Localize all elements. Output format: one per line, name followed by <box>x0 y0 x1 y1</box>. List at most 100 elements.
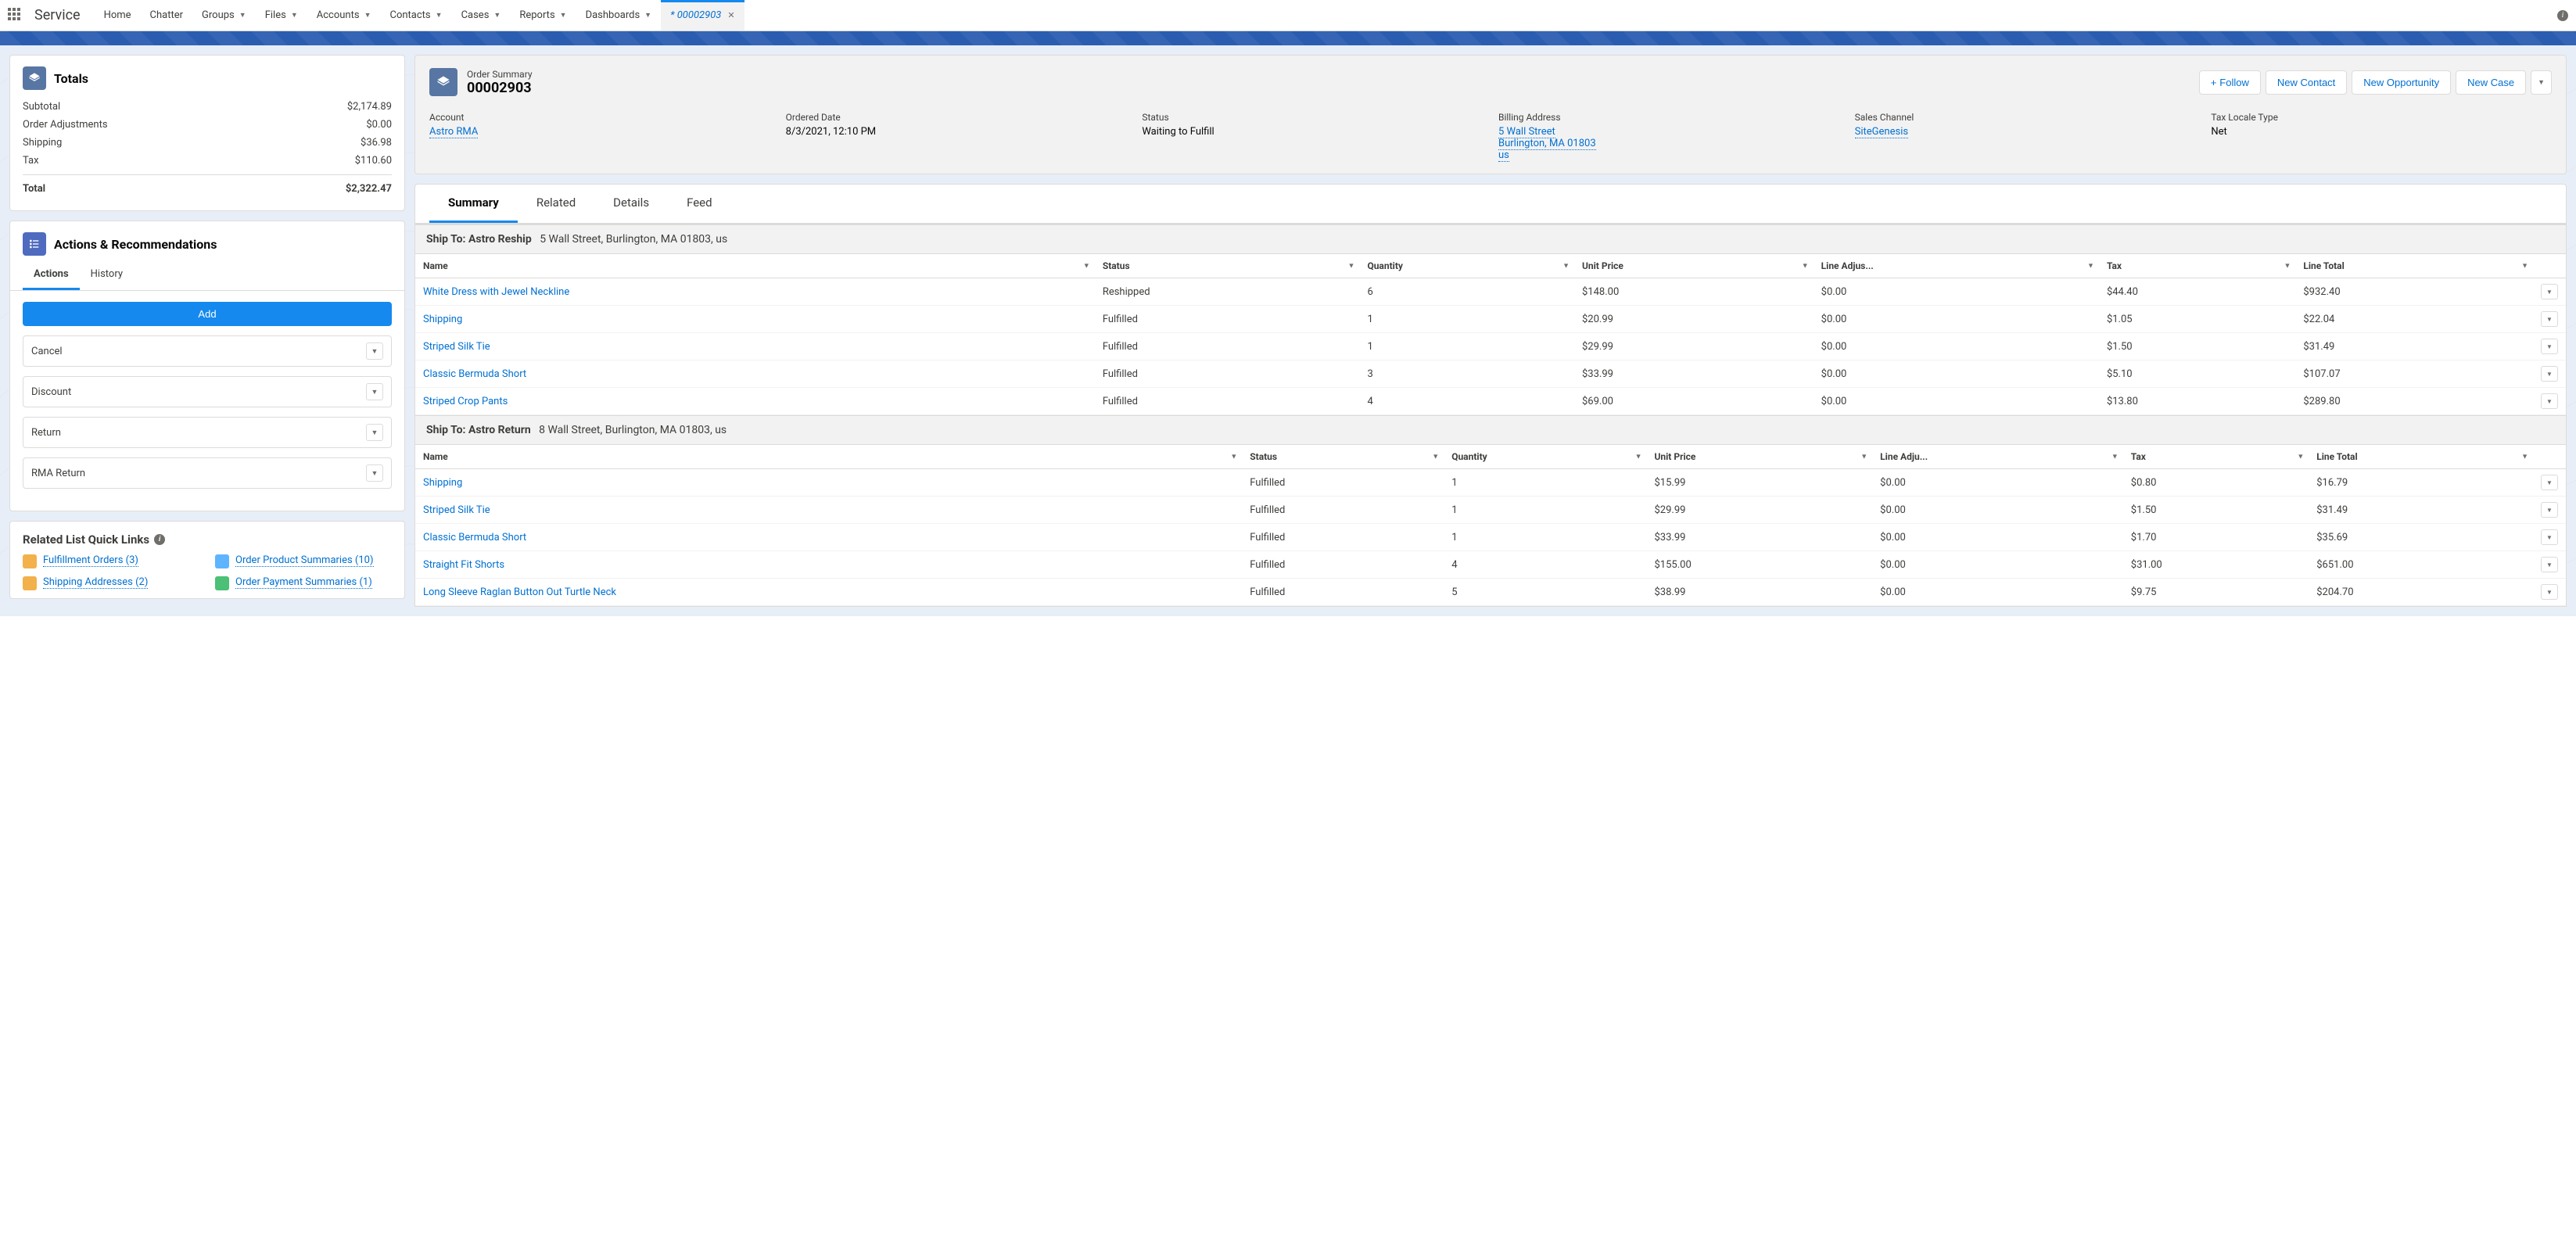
column-header[interactable]: Status▼ <box>1242 445 1444 469</box>
column-header[interactable]: Quantity▼ <box>1359 254 1574 278</box>
chevron-down-icon[interactable]: ▼ <box>2521 262 2528 271</box>
row-menu-button[interactable]: ▼ <box>2541 529 2558 545</box>
ar-tab-actions[interactable]: Actions <box>23 260 80 290</box>
chevron-down-icon[interactable]: ▼ <box>2284 262 2291 271</box>
app-launcher-icon[interactable] <box>8 8 23 23</box>
nav-item-groups[interactable]: Groups▼ <box>192 0 256 30</box>
column-header[interactable]: Status▼ <box>1095 254 1360 278</box>
info-icon[interactable]: i <box>154 534 165 545</box>
chevron-down-icon[interactable]: ▼ <box>1860 453 1867 461</box>
new-contact-button[interactable]: New Contact <box>2266 70 2347 95</box>
line-item-link[interactable]: White Dress with Jewel Neckline <box>423 286 569 298</box>
sales-channel-link[interactable]: SiteGenesis <box>1855 126 1908 138</box>
line-item-link[interactable]: Striped Silk Tie <box>423 341 490 353</box>
record-tab-related[interactable]: Related <box>518 185 594 223</box>
info-icon[interactable]: i <box>2557 10 2568 21</box>
billing-line2-link[interactable]: Burlington, MA 01803 <box>1498 138 1596 150</box>
line-item-link[interactable]: Shipping <box>423 314 462 325</box>
line-item-link[interactable]: Striped Silk Tie <box>423 504 490 516</box>
column-header[interactable]: Tax▼ <box>2123 445 2309 469</box>
cell-tax: $1.50 <box>2099 333 2295 360</box>
column-header[interactable]: Name▼ <box>415 445 1242 469</box>
row-menu-button[interactable]: ▼ <box>2541 284 2558 299</box>
action-combo-cancel[interactable]: Cancel▼ <box>23 335 392 367</box>
chevron-down-icon[interactable]: ▼ <box>1562 262 1570 271</box>
quick-link[interactable]: Fulfillment Orders (3) <box>43 554 138 567</box>
billing-line1-link[interactable]: 5 Wall Street <box>1498 126 1555 138</box>
record-tab-summary[interactable]: Summary <box>429 185 518 223</box>
line-item-link[interactable]: Classic Bermuda Short <box>423 532 526 543</box>
action-combo-discount[interactable]: Discount▼ <box>23 376 392 407</box>
chevron-down-icon[interactable]: ▼ <box>2297 453 2304 461</box>
nav-item-files[interactable]: Files▼ <box>256 0 307 30</box>
nav-item-accounts[interactable]: Accounts▼ <box>307 0 381 30</box>
nav-item-contacts[interactable]: Contacts▼ <box>380 0 451 30</box>
record-tab-feed[interactable]: Feed <box>668 185 731 223</box>
chevron-down-icon[interactable]: ▼ <box>2087 262 2094 271</box>
follow-button[interactable]: +Follow <box>2199 70 2261 95</box>
line-item-link[interactable]: Classic Bermuda Short <box>423 368 526 380</box>
line-item-link[interactable]: Shipping <box>423 477 462 489</box>
record-tab-details[interactable]: Details <box>594 185 668 223</box>
nav-item-home[interactable]: Home <box>95 0 141 30</box>
column-header[interactable]: Unit Price▼ <box>1646 445 1872 469</box>
chevron-down-icon[interactable]: ▼ <box>366 464 383 482</box>
chevron-down-icon[interactable]: ▼ <box>366 342 383 360</box>
chevron-down-icon[interactable]: ▼ <box>2111 453 2119 461</box>
line-item-link[interactable]: Straight Fit Shorts <box>423 559 504 571</box>
order-summary-label: Order Summary <box>467 69 533 80</box>
column-header[interactable]: Quantity▼ <box>1444 445 1646 469</box>
billing-line3-link[interactable]: us <box>1498 149 1509 162</box>
action-combo-return[interactable]: Return▼ <box>23 417 392 448</box>
quick-link[interactable]: Order Payment Summaries (1) <box>235 576 372 589</box>
line-item-link[interactable]: Striped Crop Pants <box>423 396 508 407</box>
account-link[interactable]: Astro RMA <box>429 126 478 138</box>
column-header[interactable]: Unit Price ▼ <box>1574 254 1814 278</box>
nav-item-chatter[interactable]: Chatter <box>141 0 193 30</box>
cell-tax: $44.40 <box>2099 278 2295 306</box>
column-header[interactable]: Line Total▼ <box>2309 445 2533 469</box>
chevron-down-icon[interactable]: ▼ <box>2521 453 2528 461</box>
new-opportunity-button[interactable]: New Opportunity <box>2352 70 2451 95</box>
new-case-button[interactable]: New Case <box>2456 70 2526 95</box>
cell-quantity: 4 <box>1444 551 1646 579</box>
row-menu-button[interactable]: ▼ <box>2541 557 2558 572</box>
more-actions-button[interactable]: ▼ <box>2531 70 2552 95</box>
action-combo-rma-return[interactable]: RMA Return▼ <box>23 457 392 489</box>
chevron-down-icon[interactable]: ▼ <box>1230 453 1237 461</box>
table-row: Striped Silk TieFulfilled1$29.99$0.00$1.… <box>415 333 2566 360</box>
header-label: Unit Price <box>1582 260 1623 271</box>
column-header[interactable]: Tax▼ <box>2099 254 2295 278</box>
column-header[interactable]: Name▼ <box>415 254 1095 278</box>
column-header[interactable]: Line Adjus...▼ <box>1814 254 2099 278</box>
tab-00002903[interactable]: * 00002903 ✕ <box>661 0 744 30</box>
cell-line-total: $204.70 <box>2309 579 2533 606</box>
close-icon[interactable]: ✕ <box>727 10 734 20</box>
ship-to-address: 5 Wall Street, Burlington, MA 01803, us <box>540 233 727 246</box>
quick-link[interactable]: Shipping Addresses (2) <box>43 576 148 589</box>
row-menu-button[interactable]: ▼ <box>2541 584 2558 600</box>
chevron-down-icon[interactable]: ▼ <box>1432 453 1439 461</box>
ar-tab-history[interactable]: History <box>80 260 134 290</box>
row-menu-button[interactable]: ▼ <box>2541 339 2558 354</box>
row-menu-button[interactable]: ▼ <box>2541 393 2558 409</box>
row-menu-button[interactable]: ▼ <box>2541 366 2558 382</box>
chevron-down-icon[interactable]: ▼ <box>1348 262 1355 271</box>
nav-item-reports[interactable]: Reports▼ <box>510 0 576 30</box>
quick-link[interactable]: Order Product Summaries (10) <box>235 554 374 567</box>
chevron-down-icon[interactable]: ▼ <box>1635 453 1642 461</box>
column-header[interactable]: Line Total▼ <box>2295 254 2533 278</box>
column-header[interactable]: Line Adju...▼ <box>1872 445 2123 469</box>
nav-item-dashboards[interactable]: Dashboards▼ <box>576 0 662 30</box>
chevron-down-icon[interactable]: ▼ <box>1083 262 1090 271</box>
chevron-down-icon[interactable]: ▼ <box>366 383 383 400</box>
row-menu-button[interactable]: ▼ <box>2541 502 2558 518</box>
quick-link-item: Fulfillment Orders (3) <box>23 554 199 568</box>
add-button[interactable]: Add <box>23 302 392 326</box>
row-menu-button[interactable]: ▼ <box>2541 311 2558 327</box>
chevron-down-icon[interactable]: ▼ <box>1802 262 1809 271</box>
row-menu-button[interactable]: ▼ <box>2541 475 2558 490</box>
line-item-link[interactable]: Long Sleeve Raglan Button Out Turtle Nec… <box>423 586 616 598</box>
nav-item-cases[interactable]: Cases▼ <box>452 0 511 30</box>
chevron-down-icon[interactable]: ▼ <box>366 424 383 441</box>
